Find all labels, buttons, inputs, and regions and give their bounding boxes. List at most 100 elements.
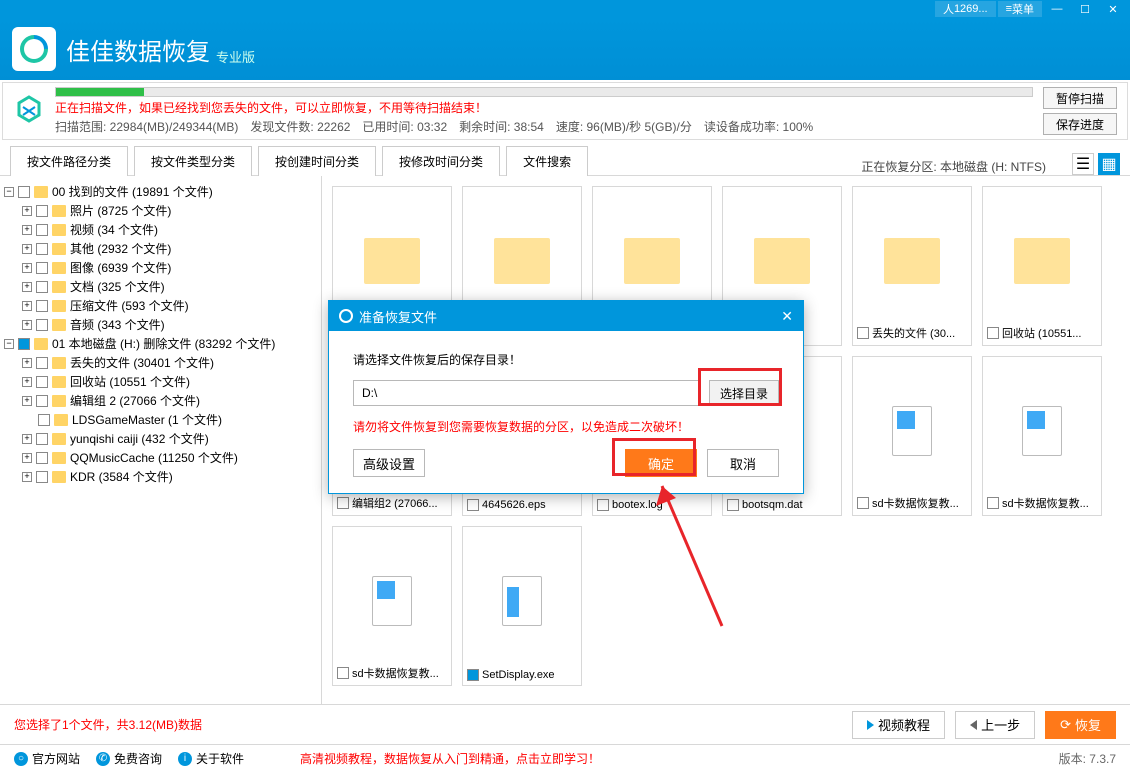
tab-search[interactable]: 文件搜索 <box>506 146 588 176</box>
checkbox[interactable] <box>597 499 609 511</box>
exe-icon <box>502 576 542 626</box>
expand-icon[interactable]: + <box>22 396 32 406</box>
checkbox[interactable] <box>18 186 30 198</box>
checkbox[interactable] <box>36 433 48 445</box>
maximize-button[interactable]: ☐ <box>1072 1 1098 17</box>
tab-by-type[interactable]: 按文件类型分类 <box>134 146 252 176</box>
tree-label[interactable]: 其他 (2932 个文件) <box>70 240 171 257</box>
tree-label[interactable]: 回收站 (10551 个文件) <box>70 373 190 390</box>
file-tile[interactable]: sd卡数据恢复教... <box>332 526 452 686</box>
recover-button[interactable]: ⟳ 恢复 <box>1045 711 1116 739</box>
advanced-settings-button[interactable]: 高级设置 <box>353 449 425 477</box>
checkbox[interactable] <box>36 300 48 312</box>
checkbox[interactable] <box>467 499 479 511</box>
save-progress-button[interactable]: 保存进度 <box>1043 113 1117 135</box>
checkbox[interactable] <box>857 327 869 339</box>
checkbox[interactable] <box>36 319 48 331</box>
folder-icon <box>1014 238 1070 284</box>
expand-icon[interactable]: + <box>22 282 32 292</box>
checkbox[interactable] <box>337 667 349 679</box>
tree-label[interactable]: yunqishi caiji (432 个文件) <box>70 430 209 447</box>
folder-icon <box>52 281 66 293</box>
tree-label[interactable]: 丢失的文件 (30401 个文件) <box>70 354 214 371</box>
checkbox[interactable] <box>38 414 50 426</box>
file-tile[interactable]: sd卡数据恢复教... <box>982 356 1102 516</box>
checkbox[interactable] <box>987 497 999 509</box>
tab-by-modified[interactable]: 按修改时间分类 <box>382 146 500 176</box>
ok-button[interactable]: 确定 <box>625 449 697 477</box>
close-button[interactable]: ✕ <box>1100 1 1126 17</box>
free-consult-link[interactable]: ✆免费咨询 <box>96 750 162 767</box>
tree-label[interactable]: KDR (3584 个文件) <box>70 468 173 485</box>
grid-view-button[interactable]: ▦ <box>1098 153 1120 175</box>
expand-icon[interactable]: − <box>4 339 14 349</box>
minimize-button[interactable]: — <box>1044 1 1070 17</box>
folder-icon <box>52 452 66 464</box>
list-view-button[interactable]: ☰ <box>1072 153 1094 175</box>
expand-icon[interactable]: + <box>22 225 32 235</box>
checkbox[interactable] <box>857 497 869 509</box>
expand-icon[interactable]: + <box>22 301 32 311</box>
expand-icon[interactable]: + <box>22 377 32 387</box>
expand-icon[interactable]: + <box>22 263 32 273</box>
checkbox[interactable] <box>36 376 48 388</box>
tree-label[interactable]: 文档 (325 个文件) <box>70 278 165 295</box>
tree-label[interactable]: QQMusicCache (11250 个文件) <box>70 449 238 466</box>
file-tile[interactable]: 回收站 (10551... <box>982 186 1102 346</box>
checkbox[interactable] <box>36 452 48 464</box>
checkbox[interactable] <box>987 327 999 339</box>
save-path-input[interactable] <box>353 380 699 406</box>
dialog-close-button[interactable]: ✕ <box>781 308 793 325</box>
checkbox[interactable] <box>337 497 349 509</box>
checkbox[interactable] <box>36 243 48 255</box>
cancel-button[interactable]: 取消 <box>707 449 779 477</box>
folder-icon <box>52 471 66 483</box>
expand-icon[interactable]: + <box>22 206 32 216</box>
checkbox[interactable] <box>467 669 479 681</box>
checkbox[interactable] <box>36 262 48 274</box>
tab-by-created[interactable]: 按创建时间分类 <box>258 146 376 176</box>
tree-label[interactable]: 照片 (8725 个文件) <box>70 202 171 219</box>
file-tile[interactable]: sd卡数据恢复教... <box>852 356 972 516</box>
tree-panel[interactable]: − 00 找到的文件 (19891 个文件) + 照片 (8725 个文件) + 视频… <box>0 176 322 704</box>
tab-by-path[interactable]: 按文件路径分类 <box>10 146 128 176</box>
prev-step-button[interactable]: 上一步 <box>955 711 1035 739</box>
tree-label[interactable]: 01 本地磁盘 (H:) 删除文件 (83292 个文件) <box>52 335 275 352</box>
expand-icon[interactable]: − <box>4 187 14 197</box>
checkbox[interactable] <box>36 357 48 369</box>
tree-label[interactable]: 图像 (6939 个文件) <box>70 259 171 276</box>
official-site-link[interactable]: ○官方网站 <box>14 750 80 767</box>
checkbox[interactable] <box>18 338 30 350</box>
tree-label[interactable]: 音频 (343 个文件) <box>70 316 165 333</box>
tree-label[interactable]: 00 找到的文件 (19891 个文件) <box>52 183 213 200</box>
video-tutorial-button[interactable]: 视频教程 <box>852 711 945 739</box>
checkbox[interactable] <box>727 499 739 511</box>
partition-info: 正在恢复分区: 本地磁盘 (H: NTFS) <box>861 158 1066 175</box>
checkbox[interactable] <box>36 471 48 483</box>
expand-icon[interactable]: + <box>22 453 32 463</box>
about-link[interactable]: i关于软件 <box>178 750 244 767</box>
tree-label[interactable]: LDSGameMaster (1 个文件) <box>72 411 222 428</box>
user-button[interactable]: 人 1269... <box>935 1 996 17</box>
scan-progress <box>55 87 1033 97</box>
browse-button[interactable]: 选择目录 <box>709 380 779 406</box>
checkbox[interactable] <box>36 281 48 293</box>
expand-icon[interactable]: + <box>22 434 32 444</box>
expand-icon[interactable]: + <box>22 244 32 254</box>
file-tile[interactable]: 丢失的文件 (30... <box>852 186 972 346</box>
recover-dialog: 准备恢复文件 ✕ 请选择文件恢复后的保存目录！ 选择目录 请勿将文件恢复到您需要… <box>328 300 804 494</box>
expand-icon[interactable]: + <box>22 320 32 330</box>
menu-button[interactable]: ≡ 菜单 <box>998 1 1042 17</box>
tree-label[interactable]: 编辑组 2 (27066 个文件) <box>70 392 200 409</box>
expand-icon[interactable]: + <box>22 358 32 368</box>
promo-text[interactable]: 高清视频教程，数据恢复从入门到精通，点击立即学习！ <box>300 750 600 767</box>
checkbox[interactable] <box>36 224 48 236</box>
checkbox[interactable] <box>36 395 48 407</box>
expand-icon[interactable]: + <box>22 472 32 482</box>
tree-label[interactable]: 压缩文件 (593 个文件) <box>70 297 189 314</box>
pause-scan-button[interactable]: 暂停扫描 <box>1043 87 1117 109</box>
tree-label[interactable]: 视频 (34 个文件) <box>70 221 158 238</box>
dialog-title-bar[interactable]: 准备恢复文件 ✕ <box>329 301 803 331</box>
file-tile[interactable]: SetDisplay.exe <box>462 526 582 686</box>
checkbox[interactable] <box>36 205 48 217</box>
